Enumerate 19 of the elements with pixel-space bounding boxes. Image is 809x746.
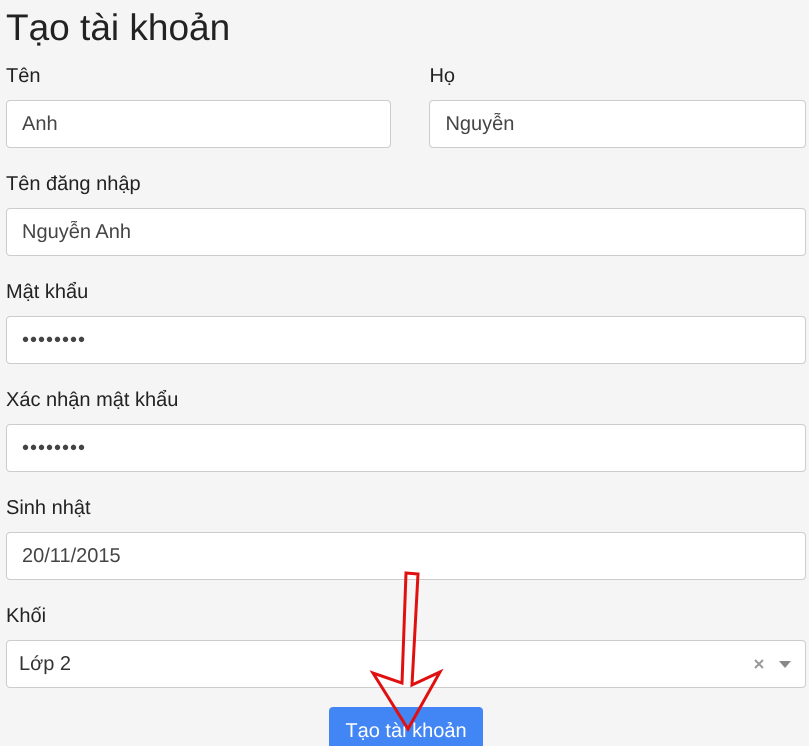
- field-label: Tên đăng nhập: [6, 172, 141, 196]
- caret-icon[interactable]: [779, 660, 791, 668]
- field-label: Sinh nhật: [6, 496, 91, 520]
- select-field[interactable]: Lớp 2: [6, 640, 806, 688]
- submit-button[interactable]: Tạo tài khoản: [329, 707, 483, 746]
- clear-icon[interactable]: [753, 658, 765, 670]
- field-label: Mật khẩu: [6, 280, 88, 304]
- field-label: Khối: [6, 604, 46, 628]
- input-field[interactable]: Nguyễn Anh: [6, 208, 806, 256]
- password-field[interactable]: ••••••••: [6, 424, 806, 472]
- select-value: Lớp 2: [19, 652, 72, 677]
- input-field[interactable]: Nguyễn: [429, 100, 806, 148]
- input-field[interactable]: 20/11/2015: [6, 532, 806, 580]
- field-label: Tên: [6, 64, 40, 88]
- field-label: Họ: [429, 64, 456, 88]
- input-field[interactable]: Anh: [6, 100, 392, 148]
- password-field[interactable]: ••••••••: [6, 316, 806, 364]
- field-label: Xác nhận mật khẩu: [6, 388, 178, 412]
- page-title: Tạo tài khoản: [6, 6, 232, 50]
